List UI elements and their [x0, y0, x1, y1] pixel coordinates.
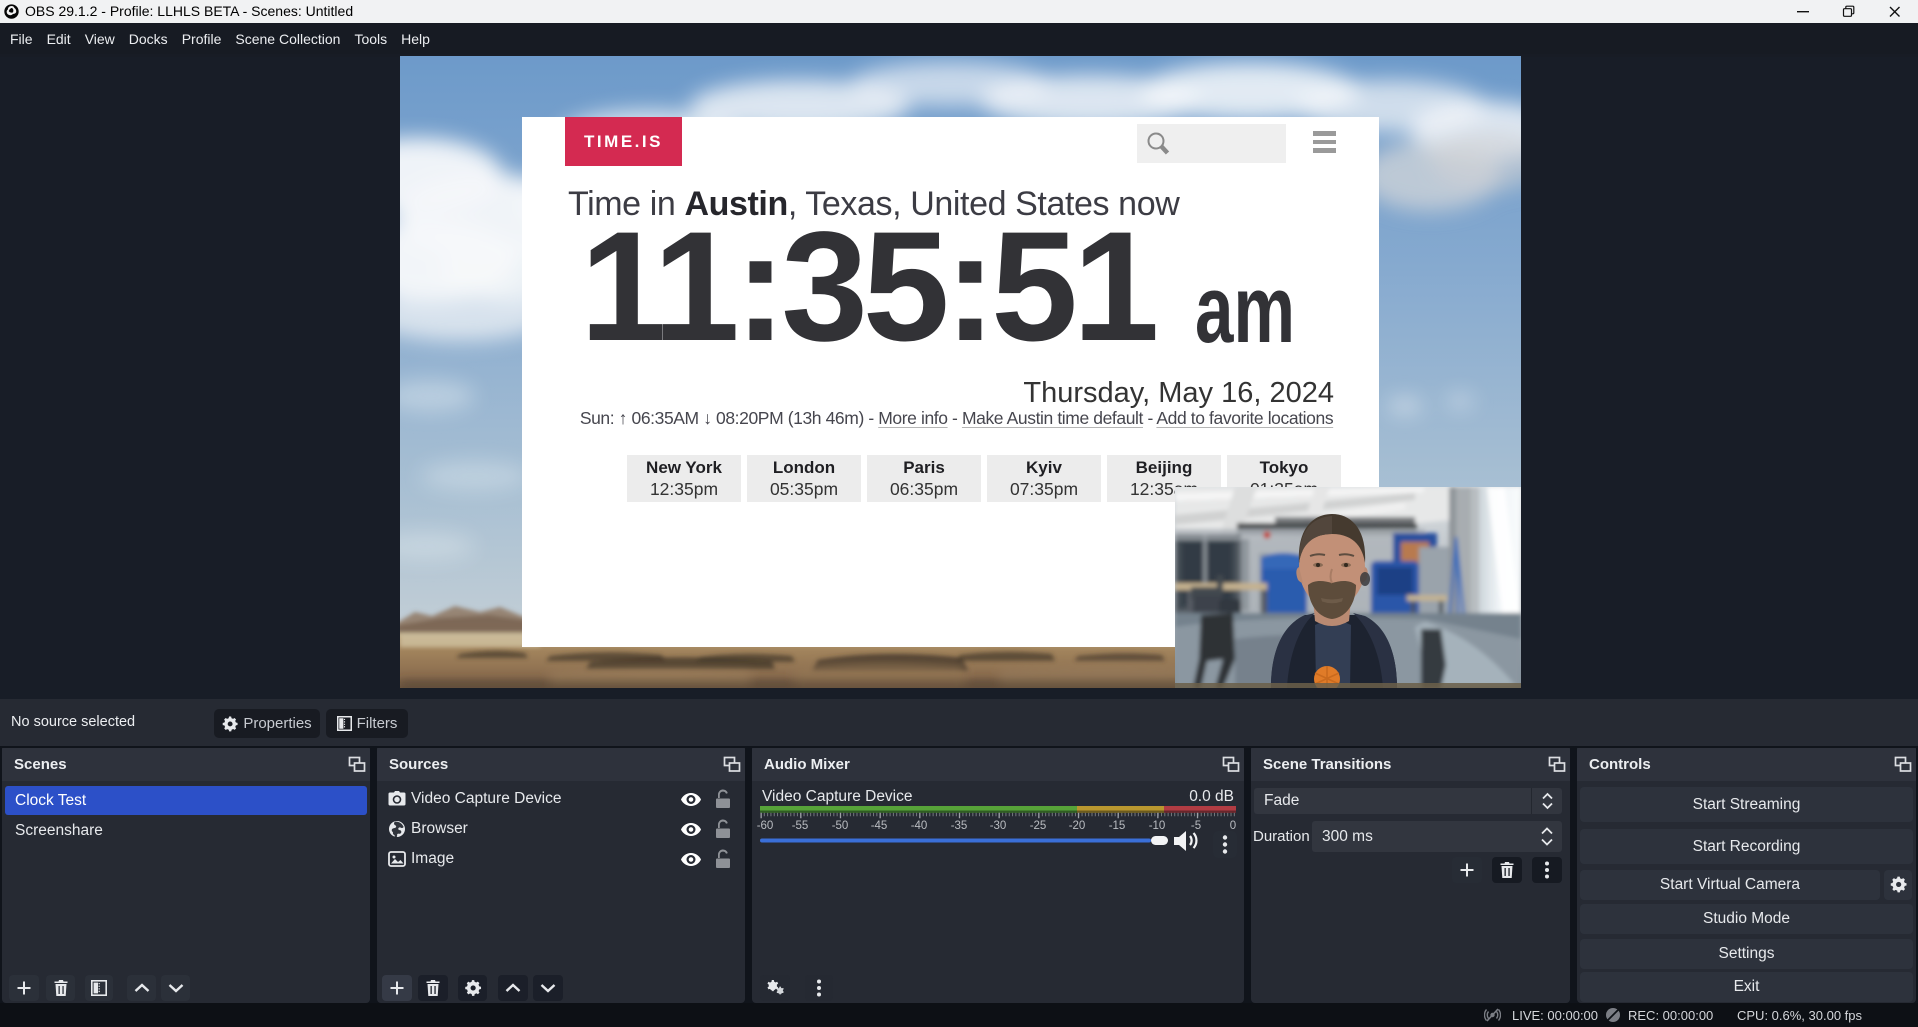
- svg-text:-50: -50: [832, 820, 849, 832]
- svg-text:-20: -20: [1069, 820, 1086, 832]
- svg-text:-15: -15: [1109, 820, 1126, 832]
- svg-text:-55: -55: [792, 820, 809, 832]
- svg-text:-30: -30: [990, 820, 1007, 832]
- svg-text:-40: -40: [911, 820, 928, 832]
- svg-text:-25: -25: [1030, 820, 1047, 832]
- svg-text:-35: -35: [951, 820, 968, 832]
- svg-text:-10: -10: [1149, 820, 1166, 832]
- svg-text:-60: -60: [757, 820, 774, 832]
- svg-text:-5: -5: [1191, 820, 1201, 832]
- svg-text:-45: -45: [871, 820, 888, 832]
- svg-text:0: 0: [1230, 820, 1236, 832]
